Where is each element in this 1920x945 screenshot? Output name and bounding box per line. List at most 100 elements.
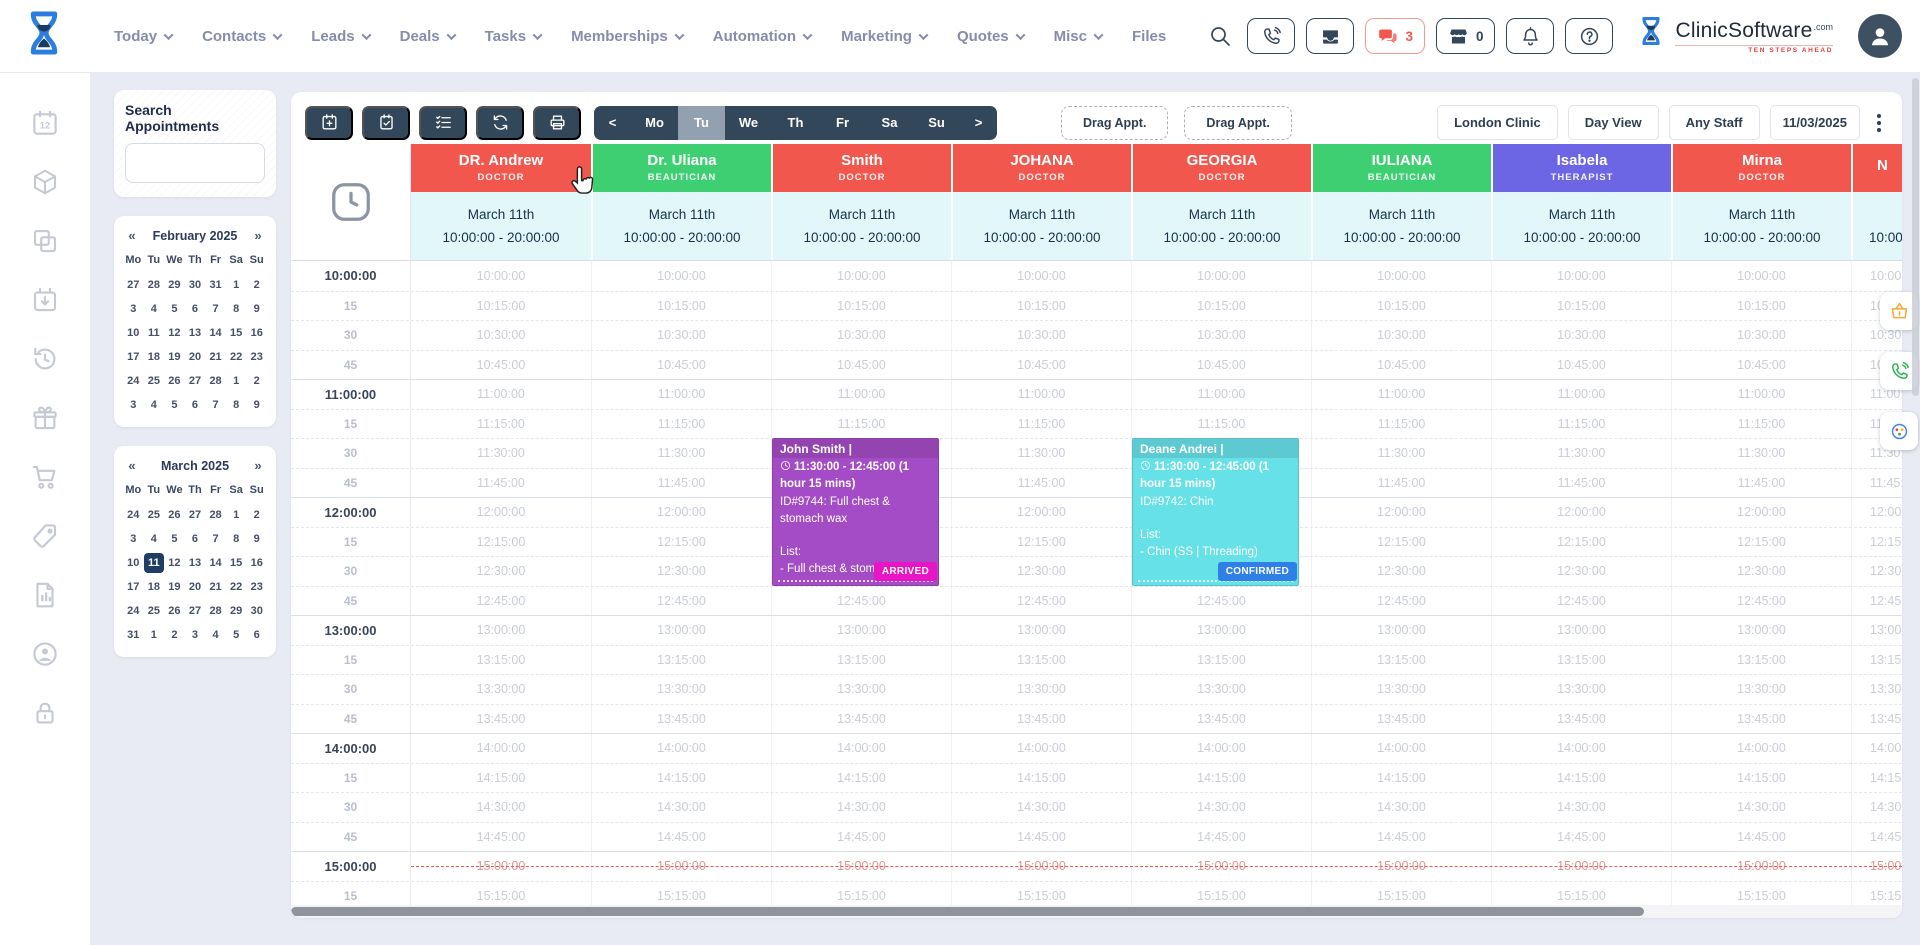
time-slot[interactable]: 10:45:00	[1131, 351, 1311, 380]
calendar-day[interactable]: 25	[144, 601, 165, 621]
search-button[interactable]	[1208, 24, 1232, 48]
calendar-day[interactable]: 8	[226, 529, 247, 549]
calendar-day[interactable]: 16	[246, 323, 267, 343]
calendar-day[interactable]: 13	[185, 323, 206, 343]
vertical-scrollbar-thumb[interactable]	[1912, 78, 1919, 396]
time-slot[interactable]: 10:00:00	[1671, 261, 1851, 291]
weekday-tab-mo[interactable]: Mo	[631, 106, 678, 140]
time-slot[interactable]: 10:45:00	[1311, 351, 1491, 380]
time-slot[interactable]: 13:30:00	[771, 675, 951, 704]
time-slot[interactable]: 10:00:00	[1311, 261, 1491, 291]
time-slot[interactable]: 13:15:00	[1491, 646, 1671, 675]
floating-apps-button[interactable]	[1880, 412, 1918, 450]
calendar-day[interactable]: 10	[123, 323, 144, 343]
time-slot[interactable]: 11:15:00	[1671, 410, 1851, 439]
time-slot[interactable]: 12:00:00	[1311, 498, 1491, 527]
time-slot[interactable]: 12:15:00	[951, 528, 1131, 557]
calendar-day[interactable]: 3	[123, 529, 144, 549]
time-slot[interactable]: 14:00:00	[1311, 734, 1491, 763]
previous-day-button[interactable]: <	[594, 106, 631, 140]
time-slot[interactable]: 14:15:00	[411, 764, 591, 793]
staff-column-header[interactable]: MirnaDOCTOR	[1671, 144, 1851, 192]
view-select[interactable]: Day View	[1568, 105, 1659, 140]
time-slot[interactable]: 13:45:00	[771, 705, 951, 734]
time-slot[interactable]: 13:45:00	[1671, 705, 1851, 734]
time-slot[interactable]: 10:30:00	[1311, 321, 1491, 350]
calendar-day[interactable]: 28	[205, 505, 226, 525]
calendar-day[interactable]: 21	[205, 577, 226, 597]
time-slot[interactable]: 10:15:00	[1491, 292, 1671, 321]
appointment-card[interactable]: Deane Andrei |11:30:00 - 12:45:00 (1 hou…	[1132, 438, 1299, 586]
calendar-day[interactable]: 20	[185, 347, 206, 367]
time-slot[interactable]: 11:00:00	[1671, 380, 1851, 409]
calendar-day[interactable]: 11	[144, 553, 165, 573]
calendar-day[interactable]: 23	[246, 577, 267, 597]
calendar-day[interactable]: 6	[185, 395, 206, 415]
toolbar-add-appointment-button[interactable]	[305, 106, 353, 140]
calendar-day[interactable]: 18	[144, 347, 165, 367]
date-picker[interactable]: 11/03/2025	[1770, 105, 1860, 140]
calendar-day[interactable]: 24	[123, 601, 144, 621]
staff-column-header[interactable]: DR. AndrewDOCTOR	[411, 144, 591, 192]
staff-column-header[interactable]: N	[1851, 144, 1902, 192]
toolbar-print-button[interactable]	[533, 106, 581, 140]
calendar-day[interactable]: 19	[164, 347, 185, 367]
calendar-day[interactable]: 21	[205, 347, 226, 367]
user-avatar[interactable]	[1858, 14, 1902, 58]
nav-item-deals[interactable]: Deals	[400, 28, 455, 45]
calendar-day[interactable]: 5	[226, 625, 247, 645]
time-slot[interactable]: 12:45:00	[1851, 587, 1902, 616]
calendar-day[interactable]: 25	[144, 505, 165, 525]
calendar-day[interactable]: 10	[123, 553, 144, 573]
sidebar-item-cube[interactable]	[30, 167, 60, 197]
sidebar-item-user-circle[interactable]	[30, 639, 60, 669]
time-slot[interactable]: 11:15:00	[1491, 410, 1671, 439]
time-slot[interactable]: 12:00:00	[1671, 498, 1851, 527]
calendar-day[interactable]: 31	[205, 275, 226, 295]
time-slot[interactable]: 12:45:00	[1311, 587, 1491, 616]
time-slot[interactable]: 13:15:00	[951, 646, 1131, 675]
time-slot[interactable]: 14:00:00	[591, 734, 771, 763]
weekday-tab-we[interactable]: We	[725, 106, 772, 140]
time-slot[interactable]: 11:30:00	[411, 439, 591, 468]
nav-item-files[interactable]: Files	[1132, 28, 1166, 45]
sidebar-item-calendar-download[interactable]	[30, 285, 60, 315]
calendar-day[interactable]: 26	[164, 371, 185, 391]
time-slot[interactable]: 14:45:00	[1671, 823, 1851, 852]
nav-item-tasks[interactable]: Tasks	[485, 28, 541, 45]
calendar-day[interactable]: 15	[226, 323, 247, 343]
calendar-day[interactable]: 25	[144, 371, 165, 391]
time-slot[interactable]: 12:15:00	[411, 528, 591, 557]
time-slot[interactable]: 12:30:00	[591, 557, 771, 586]
time-slot[interactable]: 10:00:00	[771, 261, 951, 291]
time-slot[interactable]: 13:15:00	[1131, 646, 1311, 675]
calendar-day[interactable]: 6	[185, 529, 206, 549]
time-slot[interactable]: 12:45:00	[411, 587, 591, 616]
sidebar-item-calendar-date[interactable]: 12	[30, 108, 60, 138]
chat-button[interactable]: 3	[1365, 18, 1425, 54]
time-slot[interactable]: 11:00:00	[1491, 380, 1671, 409]
calendar-day[interactable]: 19	[164, 577, 185, 597]
time-slot[interactable]: 11:45:00	[1671, 469, 1851, 498]
time-slot[interactable]: 13:00:00	[1491, 616, 1671, 645]
calendar-day[interactable]: 26	[164, 505, 185, 525]
sidebar-item-lock[interactable]	[30, 698, 60, 728]
time-slot[interactable]: 12:00:00	[1491, 498, 1671, 527]
time-slot[interactable]: 10:15:00	[771, 292, 951, 321]
time-slot[interactable]: 13:30:00	[591, 675, 771, 704]
calendar-day[interactable]: 24	[123, 371, 144, 391]
toolbar-calendar-check-button[interactable]	[362, 106, 410, 140]
calendar-day[interactable]: 2	[246, 275, 267, 295]
next-day-button[interactable]: >	[960, 106, 997, 140]
time-slot[interactable]: 14:30:00	[771, 793, 951, 822]
time-slot[interactable]: 14:30:00	[1131, 793, 1311, 822]
next-month-button[interactable]: »	[249, 458, 267, 473]
staff-column-header[interactable]: Dr. UlianaBEAUTICIAN	[591, 144, 771, 192]
time-slot[interactable]: 10:00:00	[1851, 261, 1902, 291]
nav-item-misc[interactable]: Misc	[1054, 28, 1102, 45]
time-slot[interactable]: 12:00:00	[591, 498, 771, 527]
calendar-day[interactable]: 24	[123, 505, 144, 525]
time-slot[interactable]: 14:30:00	[591, 793, 771, 822]
time-slot[interactable]: 13:45:00	[1311, 705, 1491, 734]
time-slot[interactable]: 13:45:00	[1851, 705, 1902, 734]
